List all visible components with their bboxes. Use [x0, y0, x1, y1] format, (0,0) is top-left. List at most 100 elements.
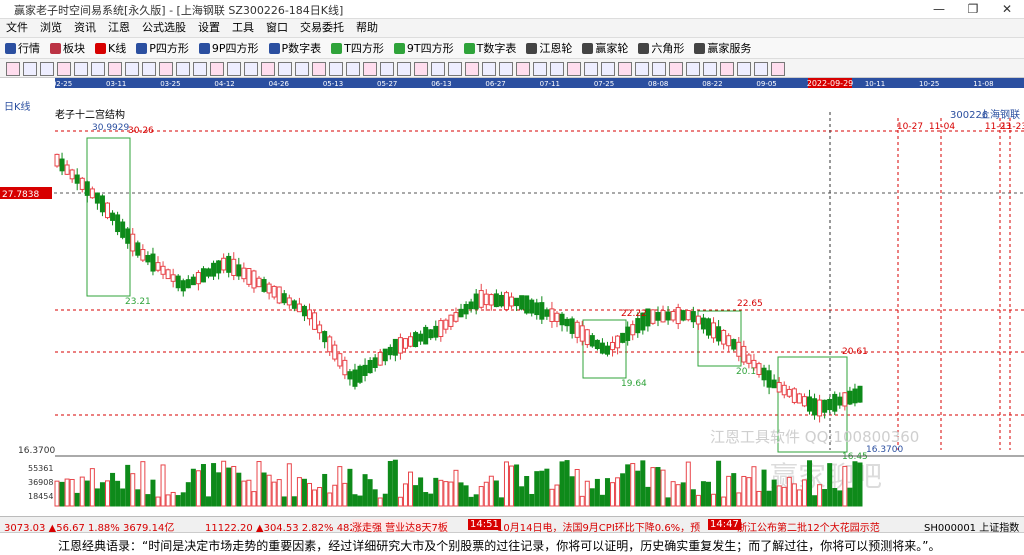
toolbar-button[interactable]: 赢家服务	[689, 40, 756, 56]
volume-bar	[579, 495, 585, 507]
hexagon-icon	[638, 42, 650, 54]
draw-tool-icon[interactable]	[601, 62, 615, 76]
volume-bar	[307, 482, 313, 507]
menu-item[interactable]: 江恩	[102, 19, 136, 37]
toolbar-button[interactable]: 9T四方形	[389, 40, 459, 56]
volume-bar	[54, 480, 60, 507]
volume-bar	[322, 473, 328, 507]
volume-bar	[514, 464, 520, 507]
draw-tool-icon[interactable]	[23, 62, 37, 76]
volume-bar	[301, 478, 307, 507]
draw-tool-icon[interactable]	[40, 62, 54, 76]
draw-tool-icon[interactable]	[380, 62, 394, 76]
toolbar-button[interactable]: 9P四方形	[194, 40, 264, 56]
draw-tool-icon[interactable]	[397, 62, 411, 76]
toolbar-button[interactable]: T数字表	[459, 40, 522, 56]
menu-item[interactable]: 帮助	[350, 19, 384, 37]
menu-item[interactable]: 交易委托	[294, 19, 350, 37]
draw-tool-icon[interactable]	[499, 62, 513, 76]
menu-item[interactable]: 设置	[192, 19, 226, 37]
volume-bar	[695, 494, 701, 507]
draw-tool-icon[interactable]	[74, 62, 88, 76]
draw-tool-icon[interactable]	[312, 62, 326, 76]
draw-tool-icon[interactable]	[6, 62, 20, 76]
menu-item[interactable]: 资讯	[68, 19, 102, 37]
draw-tool-icon[interactable]	[482, 62, 496, 76]
right-low-label: 16.3700	[866, 445, 903, 455]
draw-tool-icon[interactable]	[550, 62, 564, 76]
close-button[interactable]: ✕	[990, 0, 1024, 18]
draw-tool-icon[interactable]	[176, 62, 190, 76]
toolbar-button[interactable]: 六角形	[633, 40, 689, 56]
volume-bar	[812, 495, 818, 507]
draw-tool-icon[interactable]	[448, 62, 462, 76]
candle-body	[741, 345, 747, 363]
toolbar-button[interactable]: P四方形	[131, 40, 194, 56]
draw-tool-icon[interactable]	[57, 62, 71, 76]
draw-tool-icon[interactable]	[91, 62, 105, 76]
draw-tool-icon[interactable]	[193, 62, 207, 76]
draw-tool-icon[interactable]	[227, 62, 241, 76]
candle-body	[54, 153, 60, 167]
draw-tool-icon[interactable]	[142, 62, 156, 76]
candle-body	[256, 277, 262, 288]
draw-tool-icon[interactable]	[652, 62, 666, 76]
toolbar-button[interactable]: 赢家轮	[577, 40, 633, 56]
draw-tool-icon[interactable]	[669, 62, 683, 76]
draw-tool-icon[interactable]	[329, 62, 343, 76]
menu-item[interactable]: 文件	[0, 19, 34, 37]
toolbar-button[interactable]: 行情	[0, 40, 45, 56]
menu-item[interactable]: 窗口	[260, 19, 294, 37]
volume-bar	[69, 478, 75, 507]
draw-tool-icon[interactable]	[278, 62, 292, 76]
toolbar-button[interactable]: 板块	[45, 40, 90, 56]
draw-tool-icon[interactable]	[771, 62, 785, 76]
draw-tool-icon[interactable]	[125, 62, 139, 76]
volume-bar	[635, 470, 641, 507]
maximize-button[interactable]: ❐	[956, 0, 990, 18]
draw-tool-icon[interactable]	[584, 62, 598, 76]
draw-tool-icon[interactable]	[533, 62, 547, 76]
draw-tool-icon[interactable]	[363, 62, 377, 76]
draw-tool-icon[interactable]	[754, 62, 768, 76]
kline-icon	[95, 42, 106, 54]
candle-body	[503, 292, 509, 311]
toolbar-button[interactable]: T四方形	[326, 40, 389, 56]
draw-tool-icon[interactable]	[737, 62, 751, 76]
volume-bar	[705, 481, 711, 507]
draw-tool-icon[interactable]	[346, 62, 360, 76]
volume-bar	[160, 464, 166, 507]
menu-item[interactable]: 浏览	[34, 19, 68, 37]
menu-item[interactable]: 工具	[226, 19, 260, 37]
volume-axis: 55361 36908 18454	[28, 464, 53, 501]
draw-tool-icon[interactable]	[108, 62, 122, 76]
draw-tool-icon[interactable]	[618, 62, 632, 76]
draw-tool-icon[interactable]	[431, 62, 445, 76]
toolbar-button[interactable]: 江恩轮	[521, 40, 577, 56]
toolbar-button[interactable]: K线	[90, 40, 131, 56]
draw-tool-icon[interactable]	[261, 62, 275, 76]
kline-chart[interactable]: 02-25 03-11 03-25 04-12 04-26 05-13 05-27 06-13…	[0, 78, 1024, 516]
draw-tool-icon[interactable]	[686, 62, 700, 76]
candle-body	[483, 293, 489, 306]
volume-bar	[468, 496, 474, 507]
toolbar-button[interactable]: P数字表	[264, 40, 327, 56]
volume-bar	[761, 469, 767, 507]
volume-bar	[408, 471, 414, 507]
draw-tool-icon[interactable]	[703, 62, 717, 76]
minimize-button[interactable]: —	[922, 0, 956, 18]
draw-tool-icon[interactable]	[465, 62, 479, 76]
volume-bar	[645, 486, 651, 507]
draw-tool-icon[interactable]	[635, 62, 649, 76]
draw-tool-icon[interactable]	[720, 62, 734, 76]
volume-bar	[443, 481, 449, 507]
candle-body	[559, 313, 565, 326]
draw-tool-icon[interactable]	[567, 62, 581, 76]
draw-tool-icon[interactable]	[516, 62, 530, 76]
draw-tool-icon[interactable]	[414, 62, 428, 76]
draw-tool-icon[interactable]	[210, 62, 224, 76]
draw-tool-icon[interactable]	[159, 62, 173, 76]
draw-tool-icon[interactable]	[295, 62, 309, 76]
draw-tool-icon[interactable]	[244, 62, 258, 76]
menu-item[interactable]: 公式选股	[136, 19, 192, 37]
